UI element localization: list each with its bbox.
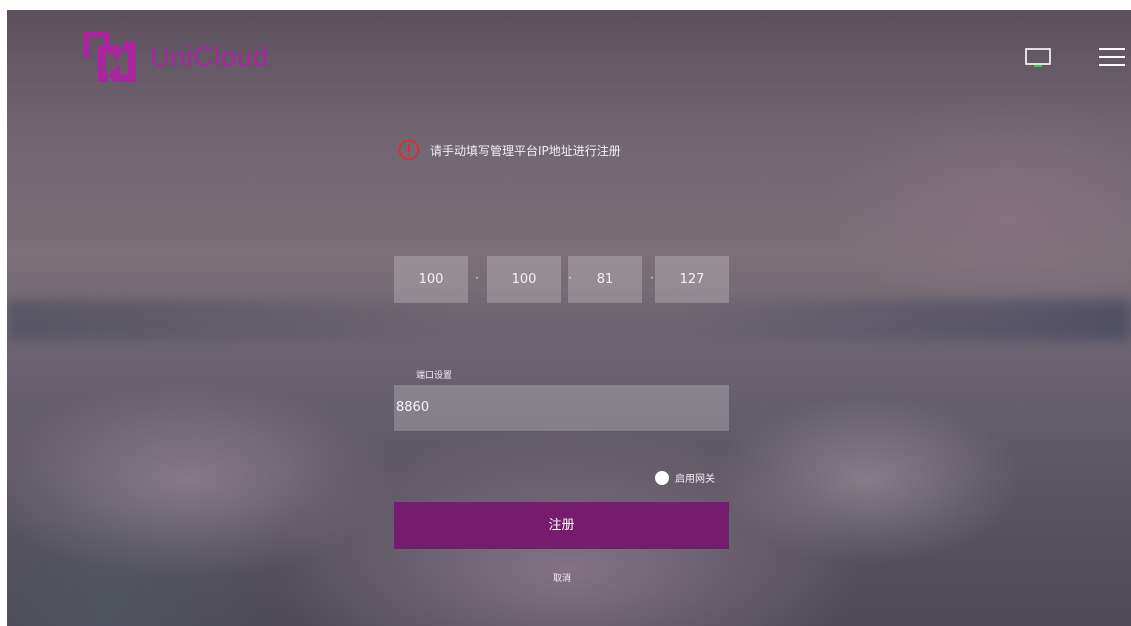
port-label: 端口设置 xyxy=(416,371,453,381)
ip-octet-1-input[interactable]: 100 xyxy=(394,256,468,303)
cancel-link[interactable]: 取消 xyxy=(527,571,597,584)
alert-circle-icon xyxy=(398,139,420,161)
ip-octet-2-input[interactable]: 100 xyxy=(487,256,561,303)
ip-separator: · xyxy=(475,271,479,285)
unicloud-logo-icon xyxy=(84,32,136,82)
menu-icon[interactable] xyxy=(1099,46,1125,68)
notice-text: 请手动填写管理平台IP地址进行注册 xyxy=(430,143,621,158)
ip-address-fields: 100 · 100 · 81 · 127 xyxy=(394,256,729,303)
register-button[interactable]: 注册 xyxy=(394,502,729,549)
gateway-label: 启用网关 xyxy=(675,474,715,485)
monitor-icon[interactable] xyxy=(1025,48,1051,68)
gateway-toggle[interactable]: 启用网关 xyxy=(655,470,715,485)
screen-background: UniCloud 请手动填写管理平台IP地址进行注册 100 · 100 · 8… xyxy=(7,10,1131,626)
logo: UniCloud xyxy=(80,28,269,86)
ip-octet-3-input[interactable]: 81 xyxy=(568,256,642,303)
notice: 请手动填写管理平台IP地址进行注册 xyxy=(398,139,621,161)
brand-name: UniCloud xyxy=(150,41,270,72)
background-blur-band xyxy=(7,300,1131,340)
ip-octet-4-input[interactable]: 127 xyxy=(655,256,729,303)
port-input[interactable]: 8860 xyxy=(394,385,729,431)
radio-button-icon[interactable] xyxy=(655,470,669,485)
